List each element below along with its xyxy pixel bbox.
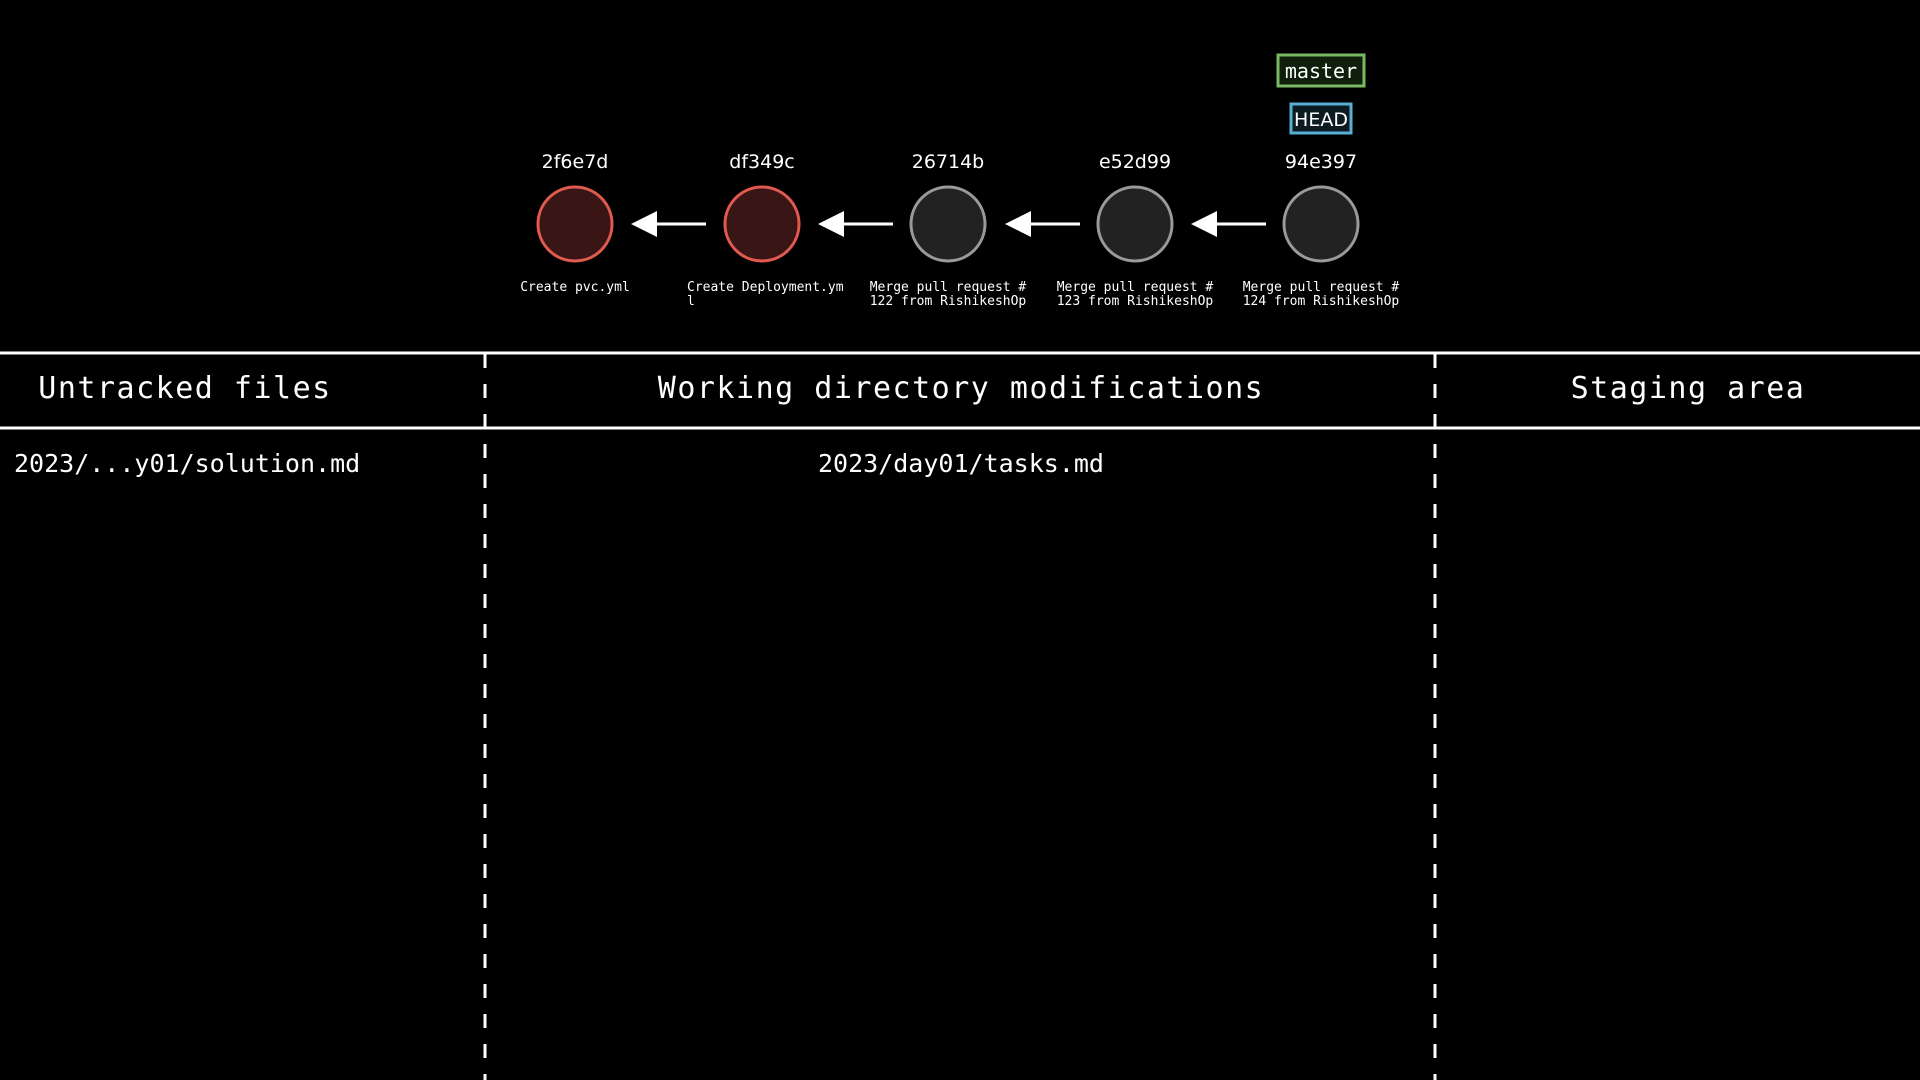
commit-node[interactable]: 2f6e7d Create pvc.yml — [520, 151, 630, 295]
head-label[interactable]: HEAD — [1294, 109, 1348, 131]
commit-message-line: Merge pull request # — [1057, 280, 1214, 295]
commit-hash: 2f6e7d — [542, 151, 609, 173]
commit-message-line: l — [687, 294, 695, 309]
commit-message-line: Create Deployment.ym — [687, 280, 844, 295]
parent-arrow — [631, 211, 706, 237]
commit-circle[interactable] — [1282, 185, 1360, 263]
commit-message-line: 122 from RishikeshOp — [870, 294, 1027, 309]
commit-circle[interactable] — [536, 185, 614, 263]
modified-file-item[interactable]: 2023/day01/tasks.md — [488, 448, 1434, 480]
commit-circle[interactable] — [909, 185, 987, 263]
commit-node[interactable]: 26714b Merge pull request # 122 from Ris… — [870, 151, 1027, 309]
commit-graph: master HEAD 2f6e7d Create pvc.yml df349c… — [0, 53, 1920, 1080]
parent-arrow — [818, 211, 893, 237]
parent-arrow — [1005, 211, 1080, 237]
commit-message-line: 123 from RishikeshOp — [1057, 294, 1214, 309]
commit-node[interactable]: 94e397 Merge pull request # 124 from Ris… — [1243, 151, 1400, 309]
commit-node[interactable]: e52d99 Merge pull request # 123 from Ris… — [1057, 151, 1214, 309]
commit-hash: 26714b — [912, 151, 985, 173]
commit-message-line: Merge pull request # — [870, 280, 1027, 295]
commit-hash: e52d99 — [1099, 151, 1171, 173]
column-title-untracked: Untracked files — [38, 371, 332, 406]
commit-hash: 94e397 — [1285, 151, 1357, 173]
commit-message-line: Merge pull request # — [1243, 280, 1400, 295]
commit-hash: df349c — [729, 151, 794, 173]
commit-message-line: 124 from RishikeshOp — [1243, 294, 1400, 309]
commit-circle[interactable] — [723, 185, 801, 263]
commit-message-line: Create pvc.yml — [520, 280, 630, 295]
commit-circle[interactable] — [1096, 185, 1174, 263]
parent-arrow — [1191, 211, 1266, 237]
untracked-file-item[interactable]: 2023/...y01/solution.md — [14, 448, 360, 480]
column-title-working: Working directory modifications — [657, 371, 1265, 406]
branch-label[interactable]: master — [1285, 59, 1357, 83]
column-title-staging: Staging area — [1570, 371, 1806, 406]
commit-node[interactable]: df349c Create Deployment.ym l — [687, 151, 844, 309]
